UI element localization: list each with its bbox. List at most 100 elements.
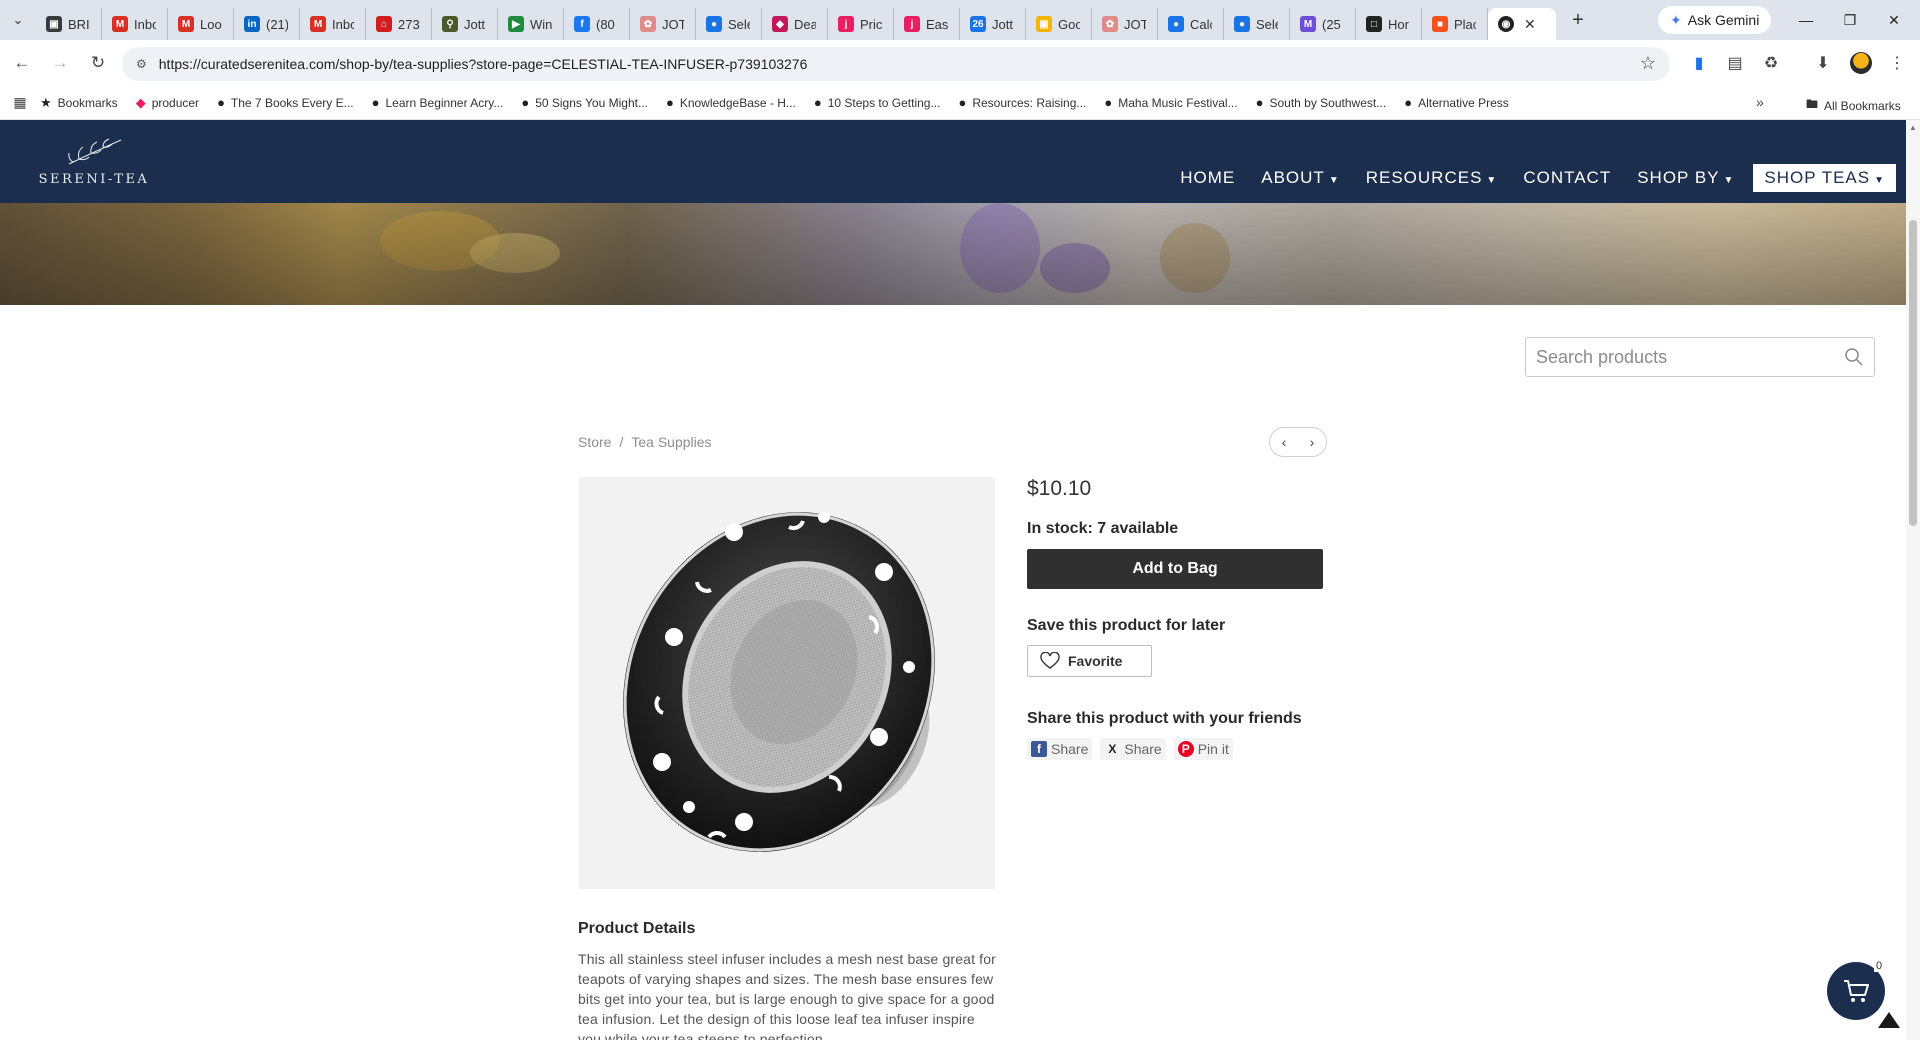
favorite-button[interactable]: Favorite [1027, 645, 1152, 677]
all-bookmarks-button[interactable]: 🖿 All Bookmarks [1806, 95, 1901, 116]
tab-groups-icon[interactable]: ▤ [1720, 48, 1750, 78]
nav-about[interactable]: ABOUT ▼ [1248, 168, 1352, 188]
new-tab-button[interactable]: + [1562, 9, 1594, 32]
breadcrumb-category-link[interactable]: Tea Supplies [631, 434, 711, 450]
bookmark-item[interactable]: ● 10 Steps to Getting... [814, 95, 941, 110]
nav-contact[interactable]: CONTACT [1510, 168, 1624, 188]
download-icon[interactable]: ⬇ [1808, 48, 1838, 78]
browser-tab[interactable]: j Pric [828, 8, 894, 40]
browser-tab[interactable]: ✿ JOT [630, 8, 696, 40]
bookmark-item[interactable]: ● Learn Beginner Acry... [372, 95, 504, 110]
address-bar[interactable]: ⚙ https://curatedserenitea.com/shop-by/t… [122, 47, 1670, 81]
bookmark-item[interactable]: ● Alternative Press [1404, 95, 1509, 110]
tab-search-icon[interactable]: ⌄ [0, 0, 36, 40]
browser-tab[interactable]: M (25 [1290, 8, 1356, 40]
search-input[interactable]: Search products [1525, 337, 1875, 377]
scrollbar-thumb[interactable] [1909, 220, 1917, 526]
bookmark-item[interactable]: ● 50 Signs You Might... [521, 95, 648, 110]
browser-tab[interactable]: ■ Plac [1422, 8, 1488, 40]
bookmark-star-icon[interactable]: ☆ [1640, 53, 1656, 74]
browser-tab[interactable]: ▣ Goo [1026, 8, 1092, 40]
bookmark-item[interactable]: ◆ producer [136, 95, 199, 111]
logo-wordmark: SERENI-TEA [38, 172, 150, 187]
search-icon[interactable] [1844, 347, 1864, 367]
bookmark-item[interactable]: ● South by Southwest... [1256, 95, 1387, 110]
profile-avatar[interactable] [1846, 48, 1876, 78]
browser-tab[interactable]: f (80 [564, 8, 630, 40]
bookmark-item[interactable]: ★ Bookmarks [40, 95, 118, 111]
site-icon: ◉ [1498, 16, 1514, 32]
bookmark-label: Resources: Raising... [972, 95, 1087, 110]
share-x-button[interactable]: X Share [1100, 738, 1166, 760]
site-info-icon[interactable]: ⚙ [136, 57, 147, 71]
page-scrollbar[interactable]: ▲ [1906, 120, 1920, 1040]
share-pinterest-button[interactable]: P Pin it [1173, 738, 1233, 760]
browser-tab[interactable]: M Inbo [102, 8, 168, 40]
browser-tab[interactable]: □ Hor [1356, 8, 1422, 40]
main-navigation: HOME ABOUT ▼ RESOURCES ▼ CONTACT SHOP BY ▼ SHOP … [1167, 164, 1896, 192]
add-to-bag-button[interactable]: Add to Bag [1027, 549, 1323, 589]
webpage: SERENI-TEA HOME ABOUT ▼ RESOURCES ▼ CONTACT SH… [0, 120, 1906, 1040]
active-browser-tab[interactable]: ◉ ✕ [1488, 8, 1556, 40]
share-facebook-button[interactable]: f Share [1027, 738, 1093, 760]
tab-title: Hor [1388, 16, 1409, 32]
browser-tab[interactable]: in (21) [234, 8, 300, 40]
browser-tab[interactable]: ⚲ Jott [432, 8, 498, 40]
browser-tab[interactable]: M Inbo [300, 8, 366, 40]
ask-gemini-button[interactable]: ✦ Ask Gemini [1658, 6, 1772, 34]
extensions-icon[interactable]: ♻ [1756, 48, 1786, 78]
nav-shop-teas[interactable]: SHOP TEAS ▼ [1753, 164, 1896, 192]
share-heading: Share this product with your friends [1027, 710, 1302, 727]
folder-icon: 🖿 [1806, 97, 1819, 111]
browser-tab[interactable]: ● Calc [1158, 8, 1224, 40]
reload-icon[interactable]: ↻ [82, 47, 114, 79]
slides-icon: ▣ [1036, 16, 1052, 32]
browser-tab[interactable]: ◆ Dea [762, 8, 828, 40]
menu-kebab-icon[interactable]: ⋮ [1882, 48, 1912, 78]
previous-product-icon[interactable]: ‹ [1282, 434, 1287, 450]
browser-tab[interactable]: ⌂ 273 [366, 8, 432, 40]
nav-home[interactable]: HOME [1167, 168, 1248, 188]
browser-tab[interactable]: ▣ BRI [36, 8, 102, 40]
tab-title: (80 [596, 16, 615, 32]
breadcrumb-store-link[interactable]: Store [578, 434, 611, 450]
stock-status: In stock: 7 available [1027, 520, 1179, 537]
nav-label: SHOP BY [1637, 168, 1720, 187]
browser-tab[interactable]: ● Sele [1224, 8, 1290, 40]
browser-tab[interactable]: ✿ JOT [1092, 8, 1158, 40]
browser-tab[interactable]: 26 Jott [960, 8, 1026, 40]
globe-icon: ● [665, 95, 674, 110]
tab-close-icon[interactable]: ✕ [1524, 16, 1536, 33]
more-bookmarks-icon[interactable]: » [1756, 94, 1764, 110]
favorite-label: Favorite [1068, 653, 1123, 669]
gmail-icon: M [178, 16, 194, 32]
globe-icon: ● [706, 16, 722, 32]
reading-mode-icon[interactable]: ▮ [1684, 48, 1714, 78]
bookmark-item[interactable]: ● The 7 Books Every E... [217, 95, 354, 110]
scroll-up-arrow-icon[interactable]: ▲ [1909, 123, 1917, 132]
gmail-icon: M [310, 16, 326, 32]
scroll-to-top-icon[interactable] [1878, 1012, 1900, 1028]
back-icon[interactable]: ← [6, 47, 38, 79]
bookmark-item[interactable]: ● Maha Music Festival... [1104, 95, 1237, 110]
browser-tab[interactable]: M Loo [168, 8, 234, 40]
site-logo[interactable]: SERENI-TEA [38, 134, 150, 187]
tab-title: 273 [398, 16, 420, 32]
tab-title: Win [530, 16, 552, 32]
nav-resources[interactable]: RESOURCES ▼ [1353, 168, 1511, 188]
apps-grid-icon[interactable]: ▦ [0, 94, 40, 111]
browser-tab[interactable]: ● Sele [696, 8, 762, 40]
tab-title: Goo [1058, 16, 1080, 32]
browser-tab[interactable]: ▶ Win [498, 8, 564, 40]
browser-toolbar: ← → ↻ ⚙ https://curatedserenitea.com/sho… [0, 40, 1920, 86]
bookmark-item[interactable]: ● KnowledgeBase - H... [666, 95, 796, 110]
next-product-icon[interactable]: › [1310, 434, 1315, 450]
window-close-icon[interactable]: ✕ [1866, 0, 1920, 40]
bookmark-item[interactable]: ● Resources: Raising... [958, 95, 1086, 110]
nav-shop-by[interactable]: SHOP BY ▼ [1624, 168, 1747, 188]
browser-tab[interactable]: j Eas [894, 8, 960, 40]
forward-icon[interactable]: → [44, 47, 76, 79]
product-image[interactable] [579, 477, 995, 889]
tab-title: JOT [1124, 16, 1146, 32]
tab-list: ▣ BRI M Inbo M Loo in (21) M Inbo ⌂ 273 ⚲ Jott ▶ Win f (8… [36, 0, 1594, 40]
